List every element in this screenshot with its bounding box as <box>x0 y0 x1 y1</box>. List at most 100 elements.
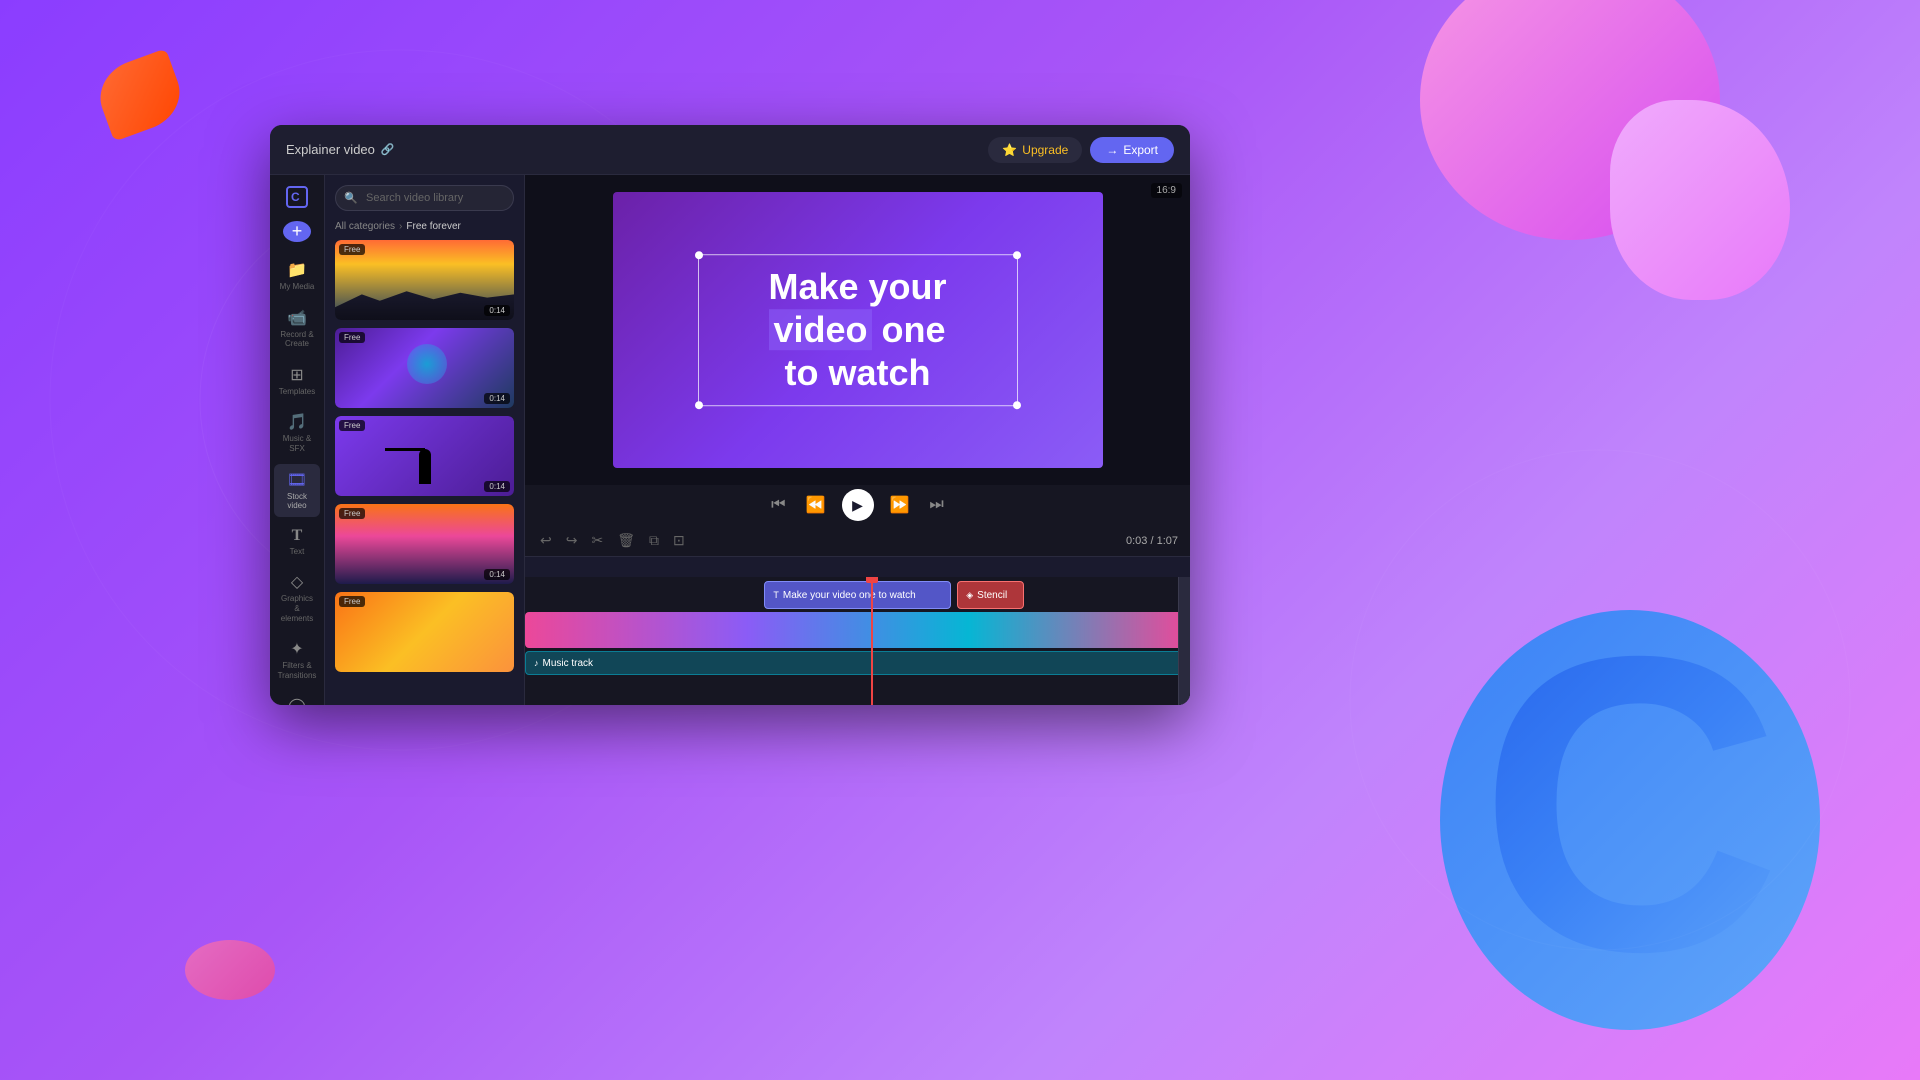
free-badge-5: Free <box>339 596 365 607</box>
delete-button[interactable]: 🗑 <box>614 529 638 552</box>
skip-to-start-button[interactable]: ⏮ <box>767 492 789 518</box>
text-label: Text <box>290 547 305 557</box>
text-selection-box[interactable]: Make your video one to watch <box>698 254 1018 406</box>
play-button[interactable]: ▶ <box>842 489 874 521</box>
preview-area: 16:9 Make your video one to watch <box>525 175 1190 485</box>
video-grid: Free 0:14 Free 0:14 Fre <box>325 240 524 705</box>
project-name: Explainer video 🔗 <box>286 142 395 157</box>
export-label: Export <box>1123 143 1158 157</box>
video-thumb-3[interactable]: Free 0:14 <box>335 416 514 496</box>
handle-tr[interactable] <box>1013 251 1021 259</box>
duration-2: 0:14 <box>484 393 510 404</box>
timeline-content: T Make your video one to watch ◈ Stencil <box>525 577 1190 705</box>
rewind-button[interactable]: ⏪ <box>802 491 830 519</box>
track-row-video <box>525 612 1190 648</box>
canvas-main-text: Make your video one to watch <box>719 265 997 395</box>
music-sfx-label: Music & SFX <box>278 434 316 453</box>
sidebar-item-templates[interactable]: ⊞ Templates <box>274 359 320 403</box>
stencil-clip[interactable]: ◈ Stencil <box>957 581 1024 609</box>
breadcrumb-parent[interactable]: All categories <box>335 221 395 232</box>
graphics-icon: ◇ <box>291 572 303 592</box>
text-clip-label: Make your video one to watch <box>783 590 916 601</box>
stencil-clip-label: Stencil <box>977 590 1007 601</box>
text-clip[interactable]: T Make your video one to watch <box>764 581 950 609</box>
copy-button[interactable]: ⧉ <box>646 529 662 552</box>
video-thumb-1[interactable]: Free 0:14 <box>335 240 514 320</box>
record-create-icon: 📹 <box>287 308 307 328</box>
free-badge-3: Free <box>339 420 365 431</box>
top-bar-actions: ⭐ Upgrade → Export <box>988 137 1174 163</box>
free-badge-4: Free <box>339 508 365 519</box>
sidebar-item-filters[interactable]: ✦ Filters &Transitions <box>274 633 320 686</box>
breadcrumb-current: Free forever <box>406 221 460 232</box>
filters-label: Filters &Transitions <box>278 661 317 680</box>
sidebar-item-stock-video[interactable]: 🎞 Stockvideo <box>274 464 320 517</box>
aspect-ratio-badge: 16:9 <box>1151 183 1182 198</box>
playback-controls: ⏮ ⏪ ▶ ⏩ ⏭ <box>525 485 1190 525</box>
timeline-toolbar: ↩ ↪ ✂ 🗑 ⧉ ⊡ 0:03 / 1:07 <box>525 525 1190 557</box>
my-media-label: My Media <box>280 282 315 292</box>
sidebar-item-brand[interactable]: ◯ Brand <box>274 690 320 705</box>
app-logo: C <box>282 185 312 209</box>
sidebar: C + 📁 My Media 📹 Record &Create ⊞ Templa… <box>270 175 325 705</box>
duration-4: 0:14 <box>484 569 510 580</box>
text-line1: Make your <box>768 266 946 307</box>
music-sfx-icon: 🎵 <box>287 412 307 432</box>
time-display: 0:03 / 1:07 <box>1126 535 1178 547</box>
video-thumb-2[interactable]: Free 0:14 <box>335 328 514 408</box>
text-line3: to watch <box>784 353 930 394</box>
timeline-ruler <box>525 557 1190 577</box>
star-icon: ⭐ <box>1002 143 1017 157</box>
free-badge-1: Free <box>339 244 365 255</box>
search-input[interactable] <box>335 185 514 211</box>
search-icon: 🔍 <box>344 192 358 205</box>
text-clip-icon: T <box>773 590 779 600</box>
sidebar-item-record-create[interactable]: 📹 Record &Create <box>274 302 320 355</box>
media-panel: 🔍 All categories › Free forever Free 0:1… <box>325 175 525 705</box>
bg-shape-blue: C <box>1440 610 1820 1030</box>
project-title-text: Explainer video <box>286 142 375 157</box>
redo-button[interactable]: ↪ <box>563 529 581 552</box>
free-badge-2: Free <box>339 332 365 343</box>
timeline-tracks: T Make your video one to watch ◈ Stencil <box>525 577 1190 705</box>
text-line2-post: one <box>872 309 946 350</box>
sidebar-item-graphics[interactable]: ◇ Graphics &elements <box>274 566 320 629</box>
sidebar-item-my-media[interactable]: 📁 My Media <box>274 254 320 298</box>
export-button[interactable]: → Export <box>1090 137 1174 163</box>
track-row-music: ♪ Music track <box>525 651 1190 675</box>
stencil-clip-icon: ◈ <box>966 590 973 601</box>
breadcrumb-separator: › <box>399 221 402 232</box>
fast-forward-button[interactable]: ⏩ <box>886 491 914 519</box>
video-thumb-5[interactable]: Free <box>335 592 514 672</box>
playhead[interactable] <box>871 577 873 705</box>
app-window: Explainer video 🔗 ⭐ Upgrade → Export C <box>270 125 1190 705</box>
bg-shape-pink-right <box>1610 100 1790 300</box>
undo-button[interactable]: ↩ <box>537 529 555 552</box>
duration-3: 0:14 <box>484 481 510 492</box>
cut-button[interactable]: ✂ <box>588 529 606 552</box>
svg-text:C: C <box>291 190 300 204</box>
music-clip[interactable]: ♪ Music track <box>525 651 1190 675</box>
video-clip[interactable] <box>525 612 1190 648</box>
more-button[interactable]: ⊡ <box>670 529 688 552</box>
skip-to-end-button[interactable]: ⏭ <box>925 492 947 518</box>
canvas-preview: Make your video one to watch <box>613 192 1103 468</box>
bg-shape-orange <box>90 48 189 141</box>
video-thumb-4[interactable]: Free 0:14 <box>335 504 514 584</box>
timeline-area: ↩ ↪ ✂ 🗑 ⧉ ⊡ 0:03 / 1:07 <box>525 525 1190 705</box>
handle-tl[interactable] <box>695 251 703 259</box>
sidebar-item-music-sfx[interactable]: 🎵 Music & SFX <box>274 406 320 459</box>
add-button[interactable]: + <box>283 221 311 242</box>
music-clip-icon: ♪ <box>534 658 539 668</box>
brand-icon: ◯ <box>288 696 306 705</box>
bg-shape-pink-bottom <box>185 940 275 1000</box>
upgrade-button[interactable]: ⭐ Upgrade <box>988 137 1082 163</box>
handle-br[interactable] <box>1013 401 1021 409</box>
timeline-scrollbar[interactable] <box>1178 577 1190 705</box>
stock-video-icon: 🎞 <box>287 470 307 490</box>
time-current: 0:03 <box>1126 535 1147 547</box>
handle-bl[interactable] <box>695 401 703 409</box>
breadcrumb: All categories › Free forever <box>325 217 524 240</box>
canvas-area: 16:9 Make your video one to watch <box>525 175 1190 705</box>
sidebar-item-text[interactable]: T Text <box>274 521 320 563</box>
